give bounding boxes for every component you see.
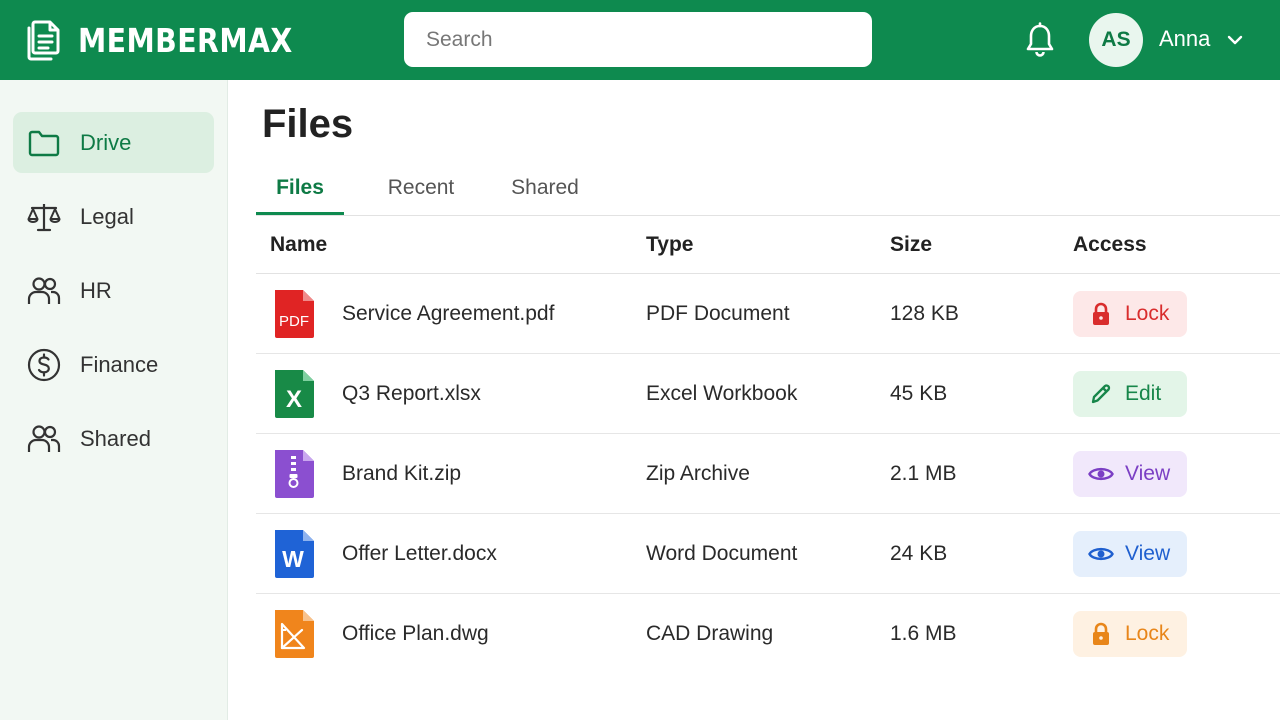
file-name: Q3 Report.xlsx [342, 382, 481, 405]
sidebar-item-drive[interactable]: Drive [13, 112, 214, 173]
user-name[interactable]: Anna [1159, 26, 1210, 52]
tab-recent[interactable]: Recent [374, 160, 468, 216]
access-label: Lock [1125, 302, 1170, 325]
file-name: Service Agreement.pdf [342, 302, 555, 325]
excel-file-icon: X [272, 368, 316, 420]
sidebar-item-label: Shared [80, 425, 151, 451]
sidebar: Drive Legal HR Finance Shared [0, 80, 228, 720]
lock-icon [1088, 302, 1114, 326]
chevron-down-icon[interactable] [1225, 30, 1245, 50]
search-input[interactable] [404, 12, 872, 67]
brand[interactable]: MEMBERMAX [22, 16, 328, 64]
file-name: Office Plan.dwg [342, 622, 489, 645]
sidebar-item-label: Drive [80, 129, 132, 155]
tab-files[interactable]: Files [256, 160, 344, 216]
page-title: Files [262, 102, 354, 146]
table-row[interactable]: PDF Service Agreement.pdf PDF Document 1… [256, 274, 1280, 354]
top-header: MEMBERMAX AS Anna [0, 0, 1280, 80]
sidebar-item-label: HR [80, 277, 112, 303]
file-size: 45 KB [890, 382, 948, 405]
active-tab-indicator [256, 212, 344, 215]
sidebar-item-hr[interactable]: HR [13, 260, 214, 321]
table-header: Name Type Size Access [256, 216, 1280, 274]
file-size: 24 KB [890, 542, 948, 565]
svg-text:PDF: PDF [279, 313, 309, 330]
avatar[interactable]: AS [1089, 13, 1143, 67]
file-type: Word Document [646, 542, 798, 565]
cad-file-icon [272, 608, 316, 660]
tab-shared[interactable]: Shared [500, 160, 590, 216]
brand-name: MEMBERMAX [78, 20, 293, 60]
file-type: Excel Workbook [646, 382, 798, 405]
file-name: Offer Letter.docx [342, 542, 497, 565]
access-label: View [1125, 542, 1171, 565]
column-header-access[interactable]: Access [1073, 233, 1147, 257]
table-row[interactable]: Brand Kit.zip Zip Archive 2.1 MB View [256, 434, 1280, 514]
sidebar-item-shared[interactable]: Shared [13, 408, 214, 469]
column-header-name[interactable]: Name [270, 233, 327, 257]
sidebar-item-label: Legal [80, 203, 134, 229]
file-size: 2.1 MB [890, 462, 957, 485]
access-label: View [1125, 462, 1171, 485]
people-icon [27, 422, 61, 456]
access-label: Lock [1125, 622, 1170, 645]
file-size: 1.6 MB [890, 622, 957, 645]
pdf-file-icon: PDF [272, 288, 316, 340]
eye-icon [1088, 462, 1114, 486]
bell-icon[interactable] [1022, 20, 1058, 60]
column-header-type[interactable]: Type [646, 233, 693, 257]
people-icon [27, 274, 61, 308]
scales-icon [27, 200, 61, 234]
table-row[interactable]: W Offer Letter.docx Word Document 24 KB … [256, 514, 1280, 594]
access-lock-button[interactable]: Lock [1073, 291, 1187, 337]
lock-icon [1088, 622, 1114, 646]
file-type: CAD Drawing [646, 622, 774, 645]
word-file-icon: W [272, 528, 316, 580]
svg-text:W: W [282, 546, 304, 572]
access-label: Edit [1125, 382, 1162, 405]
access-edit-button[interactable]: Edit [1073, 371, 1187, 417]
table-row[interactable]: Office Plan.dwg CAD Drawing 1.6 MB Lock [256, 594, 1280, 674]
eye-icon [1088, 542, 1114, 566]
sidebar-item-legal[interactable]: Legal [13, 186, 214, 247]
zip-file-icon [272, 448, 316, 500]
access-view-button[interactable]: View [1073, 531, 1187, 577]
access-lock-button[interactable]: Lock [1073, 611, 1187, 657]
file-type: Zip Archive [646, 462, 750, 485]
svg-text:X: X [286, 386, 302, 413]
document-stack-icon [22, 18, 62, 62]
pencil-icon [1088, 382, 1114, 406]
file-name: Brand Kit.zip [342, 462, 462, 485]
file-size: 128 KB [890, 302, 959, 325]
tab-bar: Files Recent Shared [256, 160, 1280, 216]
dollar-circle-icon [27, 348, 61, 382]
table-row[interactable]: X Q3 Report.xlsx Excel Workbook 45 KB Ed… [256, 354, 1280, 434]
access-view-button[interactable]: View [1073, 451, 1187, 497]
column-header-size[interactable]: Size [890, 233, 932, 257]
file-type: PDF Document [646, 302, 790, 325]
sidebar-item-label: Finance [80, 351, 159, 377]
sidebar-item-finance[interactable]: Finance [13, 334, 214, 395]
folder-icon [27, 126, 61, 160]
